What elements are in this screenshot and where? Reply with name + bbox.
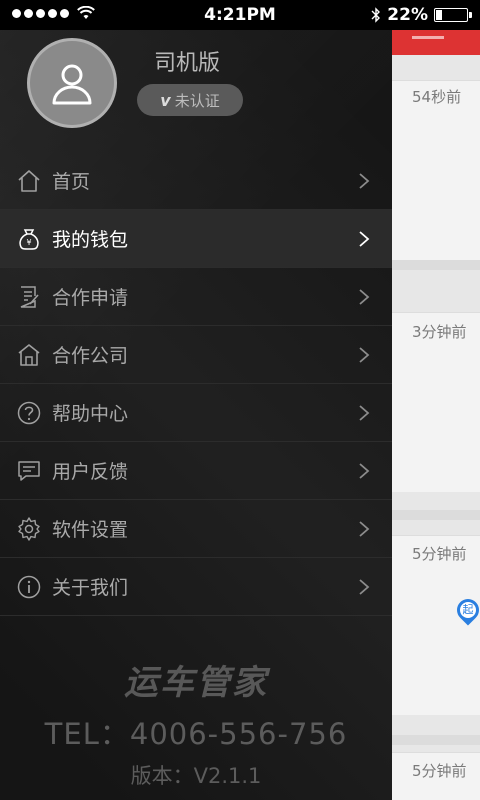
svg-text:¥: ¥	[26, 238, 31, 247]
status-right: 22%	[371, 5, 472, 25]
menu-item-home[interactable]: 首页	[0, 152, 392, 210]
brand-logo: 运车管家	[124, 663, 268, 703]
drawer-menu: 首页 ¥ 我的钱包 合作申请 合作公司 帮助中心 用户反馈 软件设置 关于我们	[0, 152, 392, 616]
chevron-right-icon	[359, 463, 370, 479]
chevron-right-icon	[359, 405, 370, 421]
menu-item-label: 帮助中心	[52, 403, 129, 425]
app-edition-label: 司机版	[154, 51, 221, 76]
list-item[interactable]: 5分钟前	[392, 752, 480, 800]
menu-item-label: 合作公司	[52, 345, 129, 367]
menu-item-label: 关于我们	[52, 577, 129, 599]
list-item-time: 5分钟前	[412, 545, 467, 563]
location-pin-icon: 起	[452, 594, 480, 626]
gear-icon	[18, 517, 40, 541]
menu-item-label: 软件设置	[52, 519, 129, 541]
background-header	[392, 30, 480, 55]
list-item[interactable]: 5分钟前 起	[392, 535, 480, 715]
menu-item-cooperation-apply[interactable]: 合作申请	[0, 268, 392, 326]
list-item[interactable]: 54秒前	[392, 80, 480, 260]
verify-status-text: 未认证	[174, 91, 220, 110]
menu-item-label: 用户反馈	[52, 461, 129, 483]
background-order-list[interactable]: 54秒前 3分钟前 5分钟前 起 5分钟前	[392, 30, 480, 800]
form-icon	[20, 286, 39, 308]
app-version: 版本：V2.1.1	[130, 764, 262, 788]
list-separator	[392, 735, 480, 745]
menu-item-feedback[interactable]: 用户反馈	[0, 442, 392, 500]
verify-icon: v	[160, 90, 171, 110]
info-icon	[17, 575, 41, 599]
user-icon	[52, 64, 92, 105]
menu-item-settings[interactable]: 软件设置	[0, 500, 392, 558]
battery-percent: 22%	[387, 5, 428, 25]
list-separator	[392, 260, 480, 270]
navigation-drawer: 司机版 v 未认证 首页 ¥ 我的钱包 合作申请 合作公司 帮助中心 用户反馈 …	[0, 30, 392, 800]
feedback-icon	[18, 461, 40, 481]
menu-item-partner-companies[interactable]: 合作公司	[0, 326, 392, 384]
status-bar: 4:21PM 22%	[0, 0, 480, 30]
avatar[interactable]	[27, 38, 117, 128]
menu-item-label: 首页	[52, 171, 91, 193]
bluetooth-icon	[371, 7, 381, 23]
chevron-right-icon	[359, 347, 370, 363]
chevron-right-icon	[359, 173, 370, 189]
help-icon	[17, 401, 41, 425]
chevron-right-icon	[359, 521, 370, 537]
home-icon	[18, 170, 40, 192]
wallet-icon: ¥	[19, 229, 39, 250]
menu-item-about[interactable]: 关于我们	[0, 558, 392, 616]
list-item-time: 5分钟前	[412, 762, 467, 780]
contact-phone: TEL：4006-556-756	[44, 717, 348, 751]
pin-label: 起	[460, 602, 476, 618]
menu-item-wallet[interactable]: ¥ 我的钱包	[0, 210, 392, 268]
verify-status-badge[interactable]: v 未认证	[137, 84, 243, 116]
chevron-right-icon	[359, 231, 370, 247]
menu-item-label: 我的钱包	[52, 229, 129, 251]
chevron-right-icon	[359, 579, 370, 595]
menu-item-help-center[interactable]: 帮助中心	[0, 384, 392, 442]
brand-footer: 运车管家 TEL：4006-556-756 版本：V2.1.1	[0, 655, 392, 788]
battery-fill	[436, 10, 443, 20]
chevron-right-icon	[359, 289, 370, 305]
menu-item-label: 合作申请	[52, 287, 129, 309]
list-item[interactable]: 3分钟前	[392, 312, 480, 492]
company-icon	[18, 344, 40, 366]
list-item-time: 3分钟前	[412, 323, 467, 341]
list-separator	[392, 510, 480, 520]
battery-icon	[434, 8, 472, 22]
list-item-time: 54秒前	[412, 88, 462, 106]
